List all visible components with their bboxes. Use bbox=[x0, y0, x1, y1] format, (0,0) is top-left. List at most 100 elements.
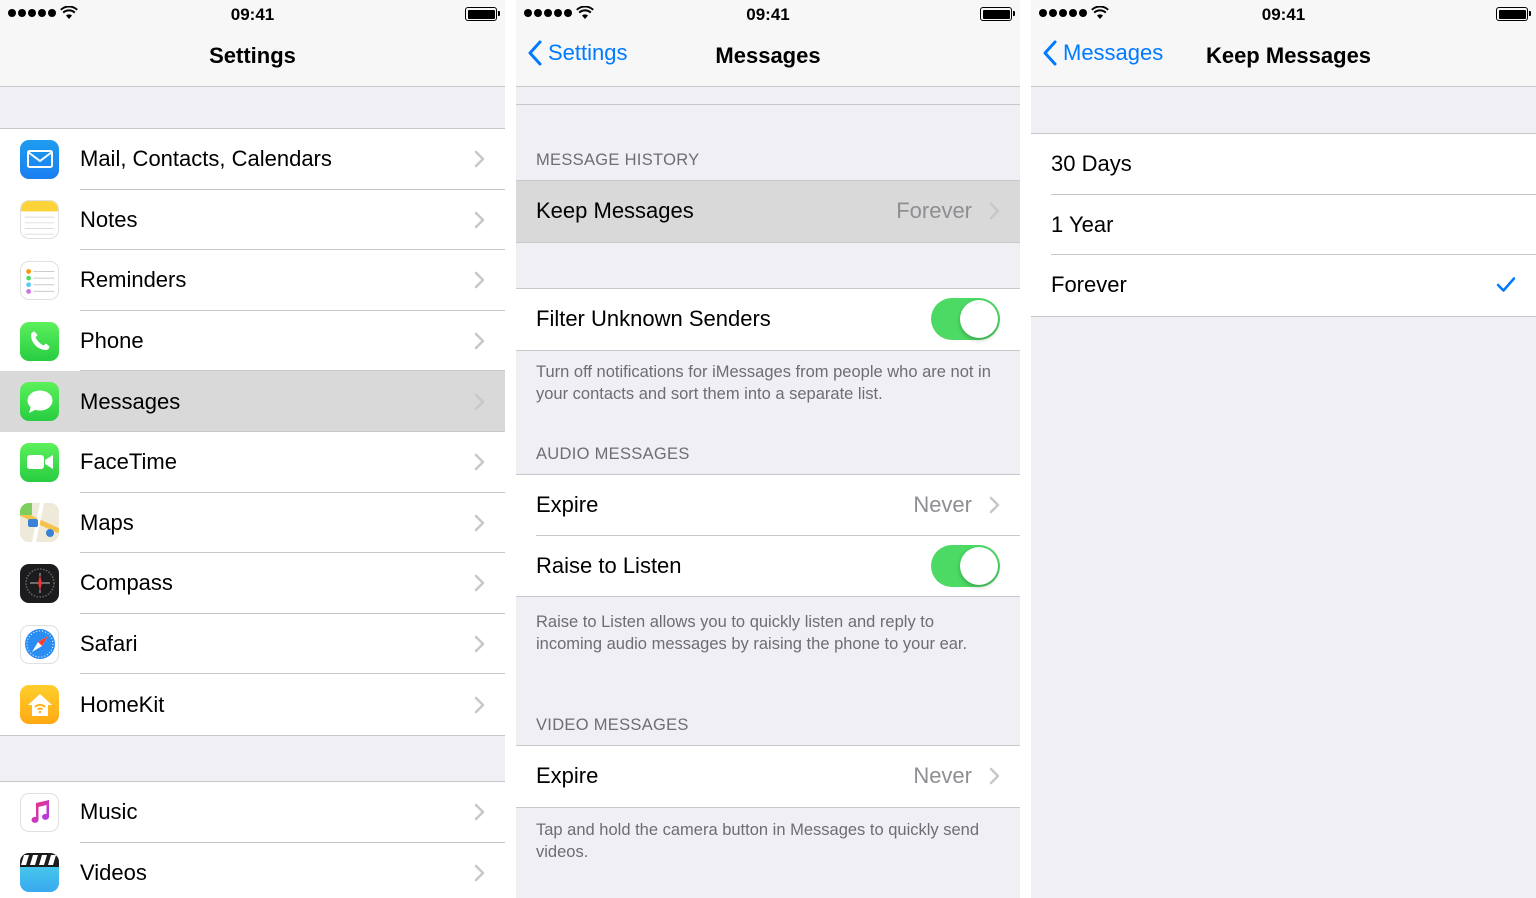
audio-expire-row[interactable]: Expire Never bbox=[516, 475, 1020, 536]
settings-item-label: HomeKit bbox=[80, 691, 165, 717]
filter-unknown-senders-row: Filter Unknown Senders bbox=[516, 289, 1020, 350]
settings-item-label: Videos bbox=[80, 859, 147, 885]
chevron-right-icon bbox=[474, 332, 485, 350]
homekit-icon bbox=[20, 685, 59, 725]
option-label: 30 Days bbox=[1051, 151, 1132, 177]
chevron-right-icon bbox=[474, 804, 485, 821]
filter-footer-text: Turn off notifications for iMessages fro… bbox=[536, 363, 991, 403]
filter-group: Filter Unknown Senders bbox=[516, 288, 1020, 351]
chevron-right-icon bbox=[474, 272, 485, 289]
status-bar: 09:41 bbox=[0, 0, 505, 28]
keep-messages-screen: 09:41 Messages Keep Messages 30 Days 1 Y… bbox=[1031, 0, 1536, 898]
compass-icon bbox=[20, 563, 59, 603]
chevron-right-icon bbox=[989, 497, 1000, 514]
option-label: Forever bbox=[1051, 272, 1127, 298]
settings-item-homekit[interactable]: HomeKit bbox=[0, 674, 505, 735]
option-forever[interactable]: Forever bbox=[1031, 255, 1536, 316]
settings-item-label: Compass bbox=[80, 570, 173, 596]
keep-options-group: 30 Days 1 Year Forever bbox=[1031, 133, 1536, 317]
battery-icon bbox=[980, 7, 1015, 21]
settings-item-mail[interactable]: Mail, Contacts, Calendars bbox=[0, 129, 505, 190]
notes-icon bbox=[20, 200, 59, 240]
settings-group-apps: Mail, Contacts, Calendars Notes Reminder… bbox=[0, 128, 505, 736]
settings-item-label: Messages bbox=[80, 388, 181, 414]
settings-item-compass[interactable]: Compass bbox=[0, 553, 505, 614]
chevron-right-icon bbox=[474, 393, 485, 410]
raise-to-listen-label: Raise to Listen bbox=[536, 552, 682, 578]
status-bar: 09:41 bbox=[516, 0, 1020, 28]
status-time: 09:41 bbox=[1261, 5, 1306, 24]
page-title: Settings bbox=[209, 43, 296, 68]
video-expire-value: Never bbox=[913, 763, 972, 789]
battery-icon bbox=[1496, 7, 1531, 21]
settings-item-videos[interactable]: Videos bbox=[0, 842, 505, 898]
settings-item-messages[interactable]: Messages bbox=[0, 371, 505, 432]
nav-bar: 09:41 Settings bbox=[0, 0, 505, 87]
section-header-audio-messages: AUDIO MESSAGES bbox=[536, 445, 690, 463]
checkmark-icon bbox=[1496, 277, 1516, 293]
settings-item-label: Reminders bbox=[80, 267, 187, 293]
settings-group-media: Music Videos bbox=[0, 781, 505, 898]
status-time: 09:41 bbox=[746, 5, 790, 24]
page-title: Keep Messages bbox=[1205, 43, 1372, 68]
audio-messages-group: Expire Never Raise to Listen bbox=[516, 474, 1020, 598]
option-30-days[interactable]: 30 Days bbox=[1031, 134, 1536, 195]
option-1-year[interactable]: 1 Year bbox=[1031, 194, 1536, 256]
reminders-icon bbox=[20, 260, 59, 300]
messages-settings-screen: 09:41 Settings Messages MESSAGE HISTORY … bbox=[516, 0, 1020, 898]
safari-icon bbox=[20, 624, 59, 664]
maps-icon bbox=[20, 503, 59, 543]
chevron-right-icon bbox=[989, 203, 1000, 220]
settings-screen: 09:41 Settings Mail, Contacts, Calendars… bbox=[0, 0, 505, 898]
facetime-icon bbox=[20, 442, 59, 482]
settings-item-label: Phone bbox=[80, 328, 144, 354]
status-time: 09:41 bbox=[230, 5, 275, 24]
video-footer-text: Tap and hold the camera button in Messag… bbox=[536, 821, 980, 861]
audio-footer-text: Raise to Listen allows you to quickly li… bbox=[536, 613, 968, 653]
settings-item-label: Maps bbox=[80, 509, 134, 535]
section-header-video-messages: VIDEO MESSAGES bbox=[536, 716, 689, 734]
settings-item-label: Mail, Contacts, Calendars bbox=[80, 146, 332, 172]
settings-item-music[interactable]: Music bbox=[0, 782, 505, 843]
keep-messages-value: Forever bbox=[896, 198, 972, 224]
chevron-right-icon bbox=[989, 768, 1000, 785]
chevron-right-icon bbox=[474, 454, 485, 471]
video-expire-row[interactable]: Expire Never bbox=[516, 746, 1020, 807]
settings-item-facetime[interactable]: FaceTime bbox=[0, 431, 505, 493]
nav-bar: 09:41 Messages Keep Messages bbox=[1031, 0, 1536, 87]
battery-icon bbox=[465, 7, 500, 21]
messages-icon bbox=[20, 382, 59, 422]
keep-messages-label: Keep Messages bbox=[536, 198, 694, 224]
settings-item-safari[interactable]: Safari bbox=[0, 613, 505, 675]
divider bbox=[516, 104, 1020, 105]
chevron-right-icon bbox=[474, 211, 485, 229]
settings-item-label: Music bbox=[80, 799, 138, 825]
settings-item-reminders[interactable]: Reminders bbox=[0, 250, 505, 311]
status-bar: 09:41 bbox=[1031, 0, 1536, 28]
message-history-group: Keep Messages Forever bbox=[516, 180, 1020, 243]
chevron-right-icon bbox=[474, 151, 485, 168]
option-label: 1 Year bbox=[1051, 211, 1114, 237]
settings-item-phone[interactable]: Phone bbox=[0, 310, 505, 372]
filter-unknown-senders-toggle[interactable] bbox=[931, 298, 1000, 341]
settings-item-maps[interactable]: Maps bbox=[0, 492, 505, 554]
settings-item-label: Notes bbox=[80, 206, 138, 232]
audio-expire-label: Expire bbox=[536, 492, 599, 518]
video-expire-label: Expire bbox=[536, 763, 599, 789]
chevron-right-icon bbox=[474, 514, 485, 532]
audio-expire-value: Never bbox=[913, 492, 972, 518]
nav-bar: 09:41 Settings Messages bbox=[516, 0, 1020, 87]
raise-to-listen-toggle[interactable] bbox=[931, 544, 1000, 587]
raise-to-listen-row: Raise to Listen bbox=[516, 535, 1020, 597]
chevron-right-icon bbox=[474, 575, 485, 592]
keep-messages-row[interactable]: Keep Messages Forever bbox=[516, 181, 1020, 242]
page-title: Messages bbox=[715, 43, 821, 68]
mail-icon bbox=[20, 139, 59, 179]
phone-icon bbox=[20, 321, 59, 361]
chevron-right-icon bbox=[474, 864, 485, 882]
music-icon bbox=[20, 792, 59, 832]
settings-item-label: Safari bbox=[80, 631, 138, 657]
filter-unknown-senders-label: Filter Unknown Senders bbox=[536, 306, 771, 332]
settings-item-notes[interactable]: Notes bbox=[0, 189, 505, 251]
video-messages-group: Expire Never bbox=[516, 745, 1020, 808]
